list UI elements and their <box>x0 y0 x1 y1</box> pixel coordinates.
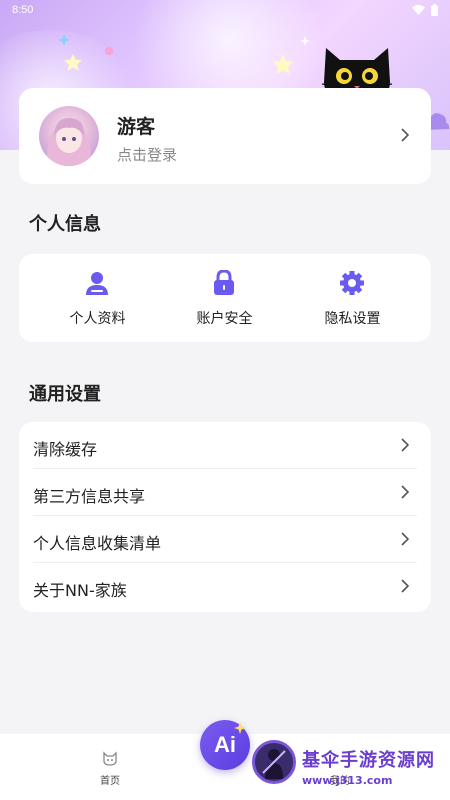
watermark-logo <box>252 740 296 784</box>
chevron-right-icon <box>401 128 413 142</box>
status-time: 8:50 <box>12 4 34 16</box>
personal-info-card: 个人资料 账户安全 隐私设置 <box>19 254 431 342</box>
tab-home-label: 首页 <box>100 776 120 787</box>
chevron-right-icon <box>401 485 413 499</box>
gear-icon <box>340 271 364 295</box>
section-title-general-settings: 通用设置 <box>29 384 101 405</box>
battery-icon <box>431 4 438 16</box>
row-label: 第三方信息共享 <box>33 487 146 506</box>
avatar <box>39 106 99 166</box>
row-label: 清除缓存 <box>33 440 98 459</box>
profile-card[interactable]: 游客 点击登录 <box>19 88 431 184</box>
info-item-label: 账户安全 <box>196 311 253 327</box>
lock-icon <box>214 270 234 295</box>
settings-row-info-collection-list[interactable]: 个人信息收集清单 <box>19 516 431 563</box>
watermark-url: www.j313.com <box>302 774 393 787</box>
sparkle-icon <box>58 34 70 46</box>
privacy-settings-button[interactable]: 隐私设置 <box>284 254 421 342</box>
chevron-right-icon <box>401 579 413 593</box>
settings-row-about[interactable]: 关于NN-家族 <box>19 563 431 610</box>
ai-button-label: Ai <box>214 732 236 757</box>
settings-row-clear-cache[interactable]: 清除缓存 <box>19 422 431 469</box>
star-icon <box>64 53 82 71</box>
row-label: 关于NN-家族 <box>33 581 127 600</box>
chevron-right-icon <box>401 532 413 546</box>
wifi-icon <box>412 5 425 15</box>
site-watermark: 基伞手游资源网 www.j313.com <box>250 738 450 796</box>
general-settings-card: 清除缓存 第三方信息共享 个人信息收集清单 关于NN-家族 <box>19 422 431 612</box>
row-label: 个人信息收集清单 <box>33 534 162 553</box>
sparkle-icon <box>300 36 310 46</box>
profile-name: 游客 <box>117 116 156 138</box>
ai-assistant-button[interactable]: Ai <box>200 720 250 770</box>
info-item-label: 隐私设置 <box>324 311 381 327</box>
info-item-label: 个人资料 <box>69 311 126 327</box>
account-security-button[interactable]: 账户安全 <box>156 254 293 342</box>
settings-row-third-party-sharing[interactable]: 第三方信息共享 <box>19 469 431 516</box>
cat-home-icon <box>103 751 117 766</box>
section-title-personal-info: 个人信息 <box>29 214 101 235</box>
watermark-title: 基伞手游资源网 <box>302 750 435 771</box>
sparkle-icon <box>234 722 246 734</box>
tab-home[interactable]: 首页 <box>80 734 140 800</box>
profile-data-button[interactable]: 个人资料 <box>29 254 166 342</box>
chevron-right-icon <box>401 438 413 452</box>
sparkle-icon <box>104 46 114 56</box>
status-bar: 8:50 <box>0 0 450 22</box>
star-icon <box>272 54 294 75</box>
login-link[interactable]: 点击登录 <box>117 144 177 165</box>
user-icon <box>86 272 108 295</box>
